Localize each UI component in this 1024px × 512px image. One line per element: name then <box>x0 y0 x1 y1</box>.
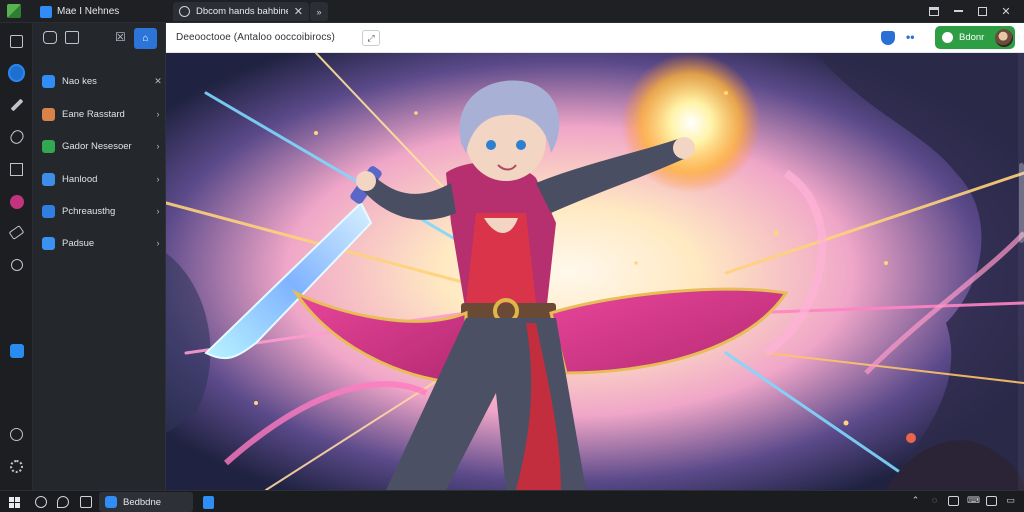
page-scrollbar[interactable] <box>1018 53 1024 490</box>
taskbar-store-icon[interactable] <box>203 496 214 509</box>
action-label: Bdonr <box>959 32 985 43</box>
maximize-icon <box>977 6 987 16</box>
sidebar-item[interactable]: Padsue › <box>33 232 166 254</box>
app-title: Mae I Nehnes <box>57 6 120 17</box>
grid-icon[interactable] <box>8 33 25 50</box>
panel-toggle-button[interactable] <box>922 2 946 20</box>
sidebar-panel: ☒ ⌂ Nao kes ✕ Eane Rasstard › Gador Nesesoer… <box>33 23 166 490</box>
action-icon <box>942 32 953 43</box>
chevron-up-icon[interactable]: ⌃ <box>910 495 921 506</box>
search-icon[interactable] <box>8 256 25 273</box>
sidebar-toolbar: ☒ ⌂ <box>33 27 166 51</box>
browser-content: Deeooctooe (Antaloo ooccoibirocs) ⤢ •• B… <box>166 23 1024 490</box>
circle-icon[interactable] <box>8 426 25 443</box>
home-button[interactable]: ⌂ <box>134 28 157 49</box>
close-button[interactable]: ✕ <box>994 2 1018 20</box>
sidebar-item-icon <box>42 139 55 153</box>
sidebar-item[interactable]: Nao kes ✕ <box>33 70 166 92</box>
palette-icon[interactable] <box>8 193 25 210</box>
sidebar-item[interactable]: Pchreausthg › <box>33 200 166 222</box>
sidebar-item-label: Padsue <box>62 237 95 249</box>
shield-icon[interactable] <box>881 31 895 45</box>
settings-icon[interactable] <box>8 458 25 475</box>
sidebar-item-label: Pchreausthg <box>62 205 116 217</box>
avatar[interactable] <box>995 28 1013 47</box>
tab-overflow-button[interactable]: » <box>310 2 328 21</box>
chevron-right-icon[interactable]: › <box>150 206 166 216</box>
hero-artwork-image <box>166 53 1024 490</box>
minimize-button[interactable] <box>946 2 970 20</box>
display-icon[interactable] <box>948 495 959 506</box>
sidebar-item-label: Eane Rasstard <box>62 108 125 120</box>
expand-button[interactable]: ⤢ <box>362 30 380 46</box>
chevron-right-icon[interactable]: › <box>150 238 166 248</box>
network-icon[interactable] <box>986 495 997 506</box>
taskbar-files-icon[interactable] <box>80 496 92 508</box>
panel-icon <box>929 6 939 16</box>
sidebar-item[interactable]: Gador Nesesoer › <box>33 135 166 157</box>
chevron-right-icon[interactable]: › <box>150 141 166 151</box>
address-bar: Deeooctooe (Antaloo ooccoibirocs) ⤢ •• B… <box>166 23 1024 53</box>
close-icon: ✕ <box>1001 5 1011 18</box>
chevron-right-icon[interactable]: › <box>150 174 166 184</box>
action-button[interactable]: Bdonr <box>935 26 1015 49</box>
taskbar-app-button[interactable]: Bedbdne <box>99 492 193 512</box>
clip-icon[interactable] <box>7 127 26 146</box>
close-icon[interactable]: ✕ <box>150 76 166 87</box>
sidebar-item-icon <box>42 236 55 250</box>
notification-icon[interactable]: ▭ <box>1005 495 1016 506</box>
taskbar-app-icon <box>105 496 117 508</box>
pen-icon[interactable] <box>8 96 25 113</box>
app-title-icon <box>40 5 52 18</box>
title-bar: Mae I Nehnes Dbcom hands bahbine ✕ » ✕ <box>0 0 1024 23</box>
chevron-right-icon[interactable]: › <box>150 109 166 119</box>
sidebar-item-label: Gador Nesesoer <box>62 140 132 152</box>
address-input[interactable]: Deeooctooe (Antaloo ooccoibirocs) <box>176 32 335 43</box>
tab-close-icon[interactable]: ✕ <box>294 5 303 18</box>
blue-app-icon[interactable] <box>8 342 25 359</box>
sidebar-item-label: Nao kes <box>62 75 97 87</box>
scrollbar-thumb[interactable] <box>1019 163 1024 243</box>
taskbar-app-label: Bedbdne <box>123 496 162 508</box>
chat-icon[interactable]: ◌ <box>929 495 940 506</box>
tag-icon[interactable] <box>8 224 25 241</box>
sidebar-item-icon <box>42 74 55 88</box>
start-menu-icon[interactable] <box>9 497 20 508</box>
artwork-svg <box>166 53 1024 490</box>
system-tray: ⌃ ◌ ⌨ ▭ <box>910 495 1016 506</box>
maximize-button[interactable] <box>970 2 994 20</box>
sidebar-item[interactable]: Eane Rasstard › <box>33 103 166 125</box>
more-icon[interactable]: •• <box>906 30 914 44</box>
window-controls: ✕ <box>922 2 1018 20</box>
filter-icon[interactable]: ☒ <box>115 31 129 44</box>
tab-group-icon[interactable] <box>43 31 57 44</box>
browser-tab[interactable]: Dbcom hands bahbine ✕ <box>173 2 309 21</box>
sidebar-item-icon <box>42 107 55 121</box>
tab-label: Dbcom hands bahbine <box>196 6 288 17</box>
app-title-area[interactable]: Mae I Nehnes <box>40 3 119 20</box>
sidebar-item[interactable]: Hanlood › <box>33 168 166 190</box>
keyboard-icon[interactable]: ⌨ <box>967 495 980 506</box>
tab-favicon-icon <box>179 6 190 17</box>
minimize-icon <box>953 10 963 12</box>
taskbar-chat-icon[interactable] <box>57 496 69 508</box>
app-active-icon[interactable] <box>8 63 25 82</box>
taskbar: Bedbdne ⌃ ◌ ⌨ ▭ <box>0 490 1024 512</box>
app-logo-icon <box>7 4 21 18</box>
square-icon[interactable] <box>8 161 25 178</box>
taskbar-search-icon[interactable] <box>35 496 47 508</box>
icon-rail <box>0 23 33 490</box>
sidebar-item-icon <box>42 204 55 218</box>
sidebar-item-label: Hanlood <box>62 173 98 185</box>
folder-icon[interactable] <box>65 31 79 44</box>
sidebar-item-icon <box>42 172 55 186</box>
